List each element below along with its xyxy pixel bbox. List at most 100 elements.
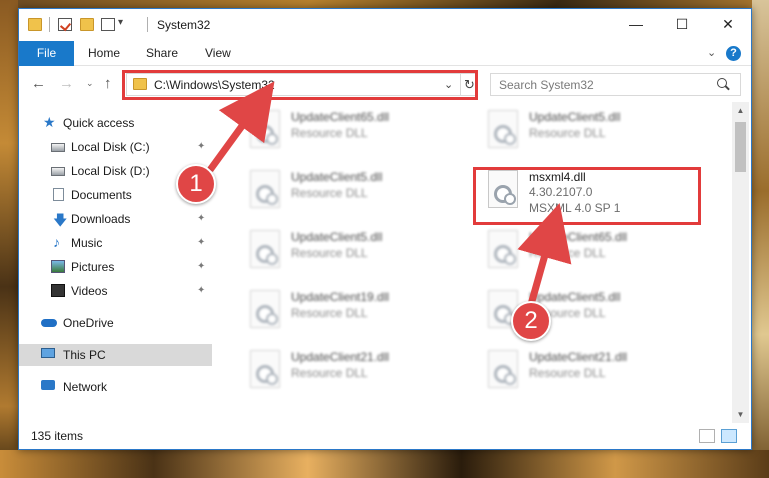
desktop-wallpaper-bottom bbox=[0, 450, 769, 478]
file-description: Resource DLL bbox=[291, 306, 368, 320]
tab-home[interactable]: Home bbox=[88, 41, 120, 66]
file-item[interactable]: UpdateClient5.dll Resource DLL bbox=[239, 164, 469, 216]
music-icon: ♪ bbox=[53, 234, 60, 250]
sidebar-item-label: Documents bbox=[71, 188, 132, 202]
minimize-button[interactable]: — bbox=[613, 9, 659, 41]
expand-ribbon-icon[interactable]: ⌄ bbox=[707, 46, 716, 59]
sidebar-item-label: Videos bbox=[71, 284, 108, 298]
file-name: UpdateClient65.dll bbox=[529, 230, 628, 244]
navigation-pane: ★ Quick access Local Disk (C:) ✦ Local D… bbox=[19, 102, 212, 423]
file-description: Resource DLL bbox=[291, 186, 368, 200]
sidebar-item-label: Quick access bbox=[63, 116, 135, 130]
sidebar-item-music[interactable]: ♪ Music ✦ bbox=[19, 232, 212, 254]
downloads-icon: 🡇 bbox=[53, 212, 68, 228]
search-placeholder: Search System32 bbox=[499, 78, 594, 92]
vertical-scrollbar[interactable]: ▲ ▼ bbox=[732, 102, 749, 423]
scroll-up-icon[interactable]: ▲ bbox=[732, 102, 749, 119]
item-count: 135 items bbox=[31, 429, 84, 443]
dll-file-icon bbox=[250, 350, 280, 388]
forward-button[interactable]: → bbox=[59, 75, 74, 92]
network-icon bbox=[41, 380, 55, 390]
file-description: Resource DLL bbox=[291, 246, 368, 260]
sidebar-item-label: Pictures bbox=[71, 260, 115, 274]
file-item[interactable]: UpdateClient19.dll Resource DLL bbox=[239, 284, 469, 336]
window-title: System32 bbox=[157, 18, 211, 32]
sidebar-item-onedrive[interactable]: OneDrive bbox=[19, 312, 212, 334]
status-bar: 135 items bbox=[19, 423, 751, 449]
sidebar-item-videos[interactable]: Videos ✦ bbox=[19, 280, 212, 302]
file-description: Resource DLL bbox=[291, 366, 368, 380]
file-item[interactable]: UpdateClient5.dll Resource DLL bbox=[477, 104, 707, 156]
videos-icon bbox=[51, 284, 65, 297]
file-item[interactable]: UpdateClient21.dll Resource DLL bbox=[477, 344, 707, 396]
sidebar-item-label: Downloads bbox=[71, 212, 131, 226]
address-bar-highlight bbox=[122, 70, 478, 100]
file-name: UpdateClient21.dll bbox=[529, 350, 628, 364]
pin-icon: ✦ bbox=[197, 213, 206, 224]
title-bar: ▾ System32 — ☐ ✕ bbox=[19, 9, 751, 41]
pin-icon: ✦ bbox=[197, 141, 206, 152]
sidebar-item-label: Local Disk (C:) bbox=[71, 140, 150, 154]
file-name: UpdateClient5.dll bbox=[529, 110, 621, 124]
sidebar-item-quick-access[interactable]: ★ Quick access bbox=[19, 112, 212, 134]
dll-file-icon bbox=[488, 350, 518, 388]
drive-icon bbox=[51, 167, 65, 176]
file-item[interactable]: UpdateClient65.dll Resource DLL bbox=[477, 224, 707, 276]
dll-file-icon bbox=[488, 230, 518, 268]
file-item[interactable]: UpdateClient21.dll Resource DLL bbox=[239, 344, 469, 396]
sidebar-item-downloads[interactable]: 🡇 Downloads ✦ bbox=[19, 208, 212, 230]
dll-file-icon bbox=[250, 170, 280, 208]
desktop-wallpaper-left bbox=[0, 0, 18, 478]
close-button[interactable]: ✕ bbox=[705, 9, 751, 41]
tiles-view-icon[interactable] bbox=[721, 429, 737, 443]
details-view-icon[interactable] bbox=[699, 429, 715, 443]
sidebar-item-label: This PC bbox=[63, 348, 106, 362]
back-button[interactable]: ← bbox=[31, 75, 46, 92]
pin-icon: ✦ bbox=[197, 237, 206, 248]
title-separator bbox=[147, 17, 148, 32]
msxml4-highlight bbox=[473, 167, 701, 225]
maximize-button[interactable]: ☐ bbox=[659, 9, 705, 41]
file-name: UpdateClient21.dll bbox=[291, 350, 390, 364]
file-name: UpdateClient5.dll bbox=[291, 230, 383, 244]
file-item[interactable]: UpdateClient65.dll Resource DLL bbox=[239, 104, 469, 156]
pin-icon: ✦ bbox=[197, 261, 206, 272]
ribbon-tabs: File Home Share View ⌄ ? bbox=[19, 41, 751, 66]
quick-access-dropdown-icon[interactable]: ▾ bbox=[118, 17, 123, 28]
search-input[interactable]: Search System32 bbox=[490, 73, 741, 96]
drive-icon bbox=[51, 143, 65, 152]
dll-file-icon bbox=[250, 110, 280, 148]
file-item[interactable]: UpdateClient5.dll Resource DLL bbox=[239, 224, 469, 276]
new-folder-icon[interactable] bbox=[80, 18, 94, 31]
scroll-thumb[interactable] bbox=[735, 122, 746, 172]
up-button[interactable]: ↑ bbox=[104, 75, 112, 92]
quick-access-separator bbox=[49, 17, 50, 32]
star-icon: ★ bbox=[43, 114, 56, 130]
file-name: UpdateClient19.dll bbox=[291, 290, 390, 304]
search-icon[interactable] bbox=[717, 78, 727, 88]
file-description: Resource DLL bbox=[529, 246, 606, 260]
sidebar-item-local-disk-c[interactable]: Local Disk (C:) ✦ bbox=[19, 136, 212, 158]
tab-file[interactable]: File bbox=[19, 41, 74, 66]
dll-file-icon bbox=[488, 110, 518, 148]
tab-view[interactable]: View bbox=[205, 41, 231, 66]
file-name: UpdateClient5.dll bbox=[529, 290, 621, 304]
desktop-wallpaper-right bbox=[752, 0, 769, 478]
sidebar-item-this-pc[interactable]: This PC bbox=[19, 344, 212, 366]
step-badge-1: 1 bbox=[176, 164, 216, 204]
file-name: UpdateClient65.dll bbox=[291, 110, 390, 124]
recent-locations-icon[interactable]: ⌄ bbox=[86, 78, 94, 89]
onedrive-icon bbox=[41, 319, 57, 327]
scroll-down-icon[interactable]: ▼ bbox=[732, 406, 749, 423]
help-icon[interactable]: ? bbox=[726, 46, 741, 61]
sidebar-item-pictures[interactable]: Pictures ✦ bbox=[19, 256, 212, 278]
sidebar-item-label: Network bbox=[63, 380, 108, 394]
dll-file-icon bbox=[250, 290, 280, 328]
properties-icon[interactable] bbox=[58, 18, 72, 31]
pin-icon: ✦ bbox=[197, 285, 206, 296]
file-description: Resource DLL bbox=[291, 126, 368, 140]
sidebar-item-network[interactable]: Network bbox=[19, 376, 212, 398]
tab-share[interactable]: Share bbox=[146, 41, 178, 66]
customize-toolbar-icon[interactable] bbox=[101, 18, 115, 31]
file-list: UpdateClient65.dll Resource DLL UpdateCl… bbox=[212, 102, 732, 423]
